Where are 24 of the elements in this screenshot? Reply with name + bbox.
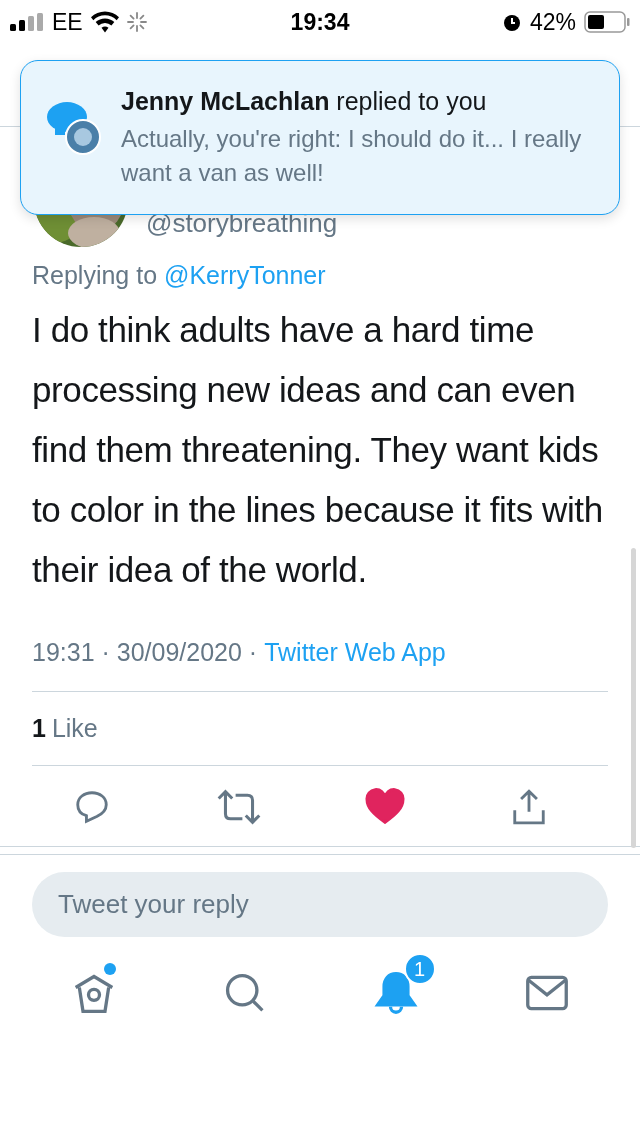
notification-title: Jenny McLachlan replied to you bbox=[121, 87, 488, 116]
wifi-icon bbox=[90, 11, 119, 33]
battery-percentage: 42% bbox=[529, 8, 576, 36]
tweet-text: I do think adults have a hard time processing new ideas and can even find them threatening. They want kids to color in the lines because it fits with their idea of the world. bbox=[32, 309, 604, 591]
battery-icon bbox=[584, 11, 630, 33]
loading-spinner-icon bbox=[126, 12, 147, 32]
notification-preview: Actually, you're right: I should do it... I really want a van as well! bbox=[121, 124, 583, 188]
mention-link[interactable]: @KerryTonner bbox=[164, 261, 326, 289]
mail-icon bbox=[524, 973, 569, 1013]
tweet-timestamp: 19:31 · 30/09/2020 · bbox=[32, 638, 258, 667]
status-time: 19:34 bbox=[290, 8, 350, 36]
like-label[interactable]: Like bbox=[51, 714, 98, 743]
notification-banner[interactable]: Jenny McLachlan replied to you Actually, you're right: I should do it... I really want a van as well! bbox=[20, 60, 620, 215]
carrier-name: EE bbox=[52, 8, 83, 36]
count-badge: 1 bbox=[403, 953, 436, 985]
source-link[interactable]: Twitter Web App bbox=[264, 638, 446, 667]
retweet-icon bbox=[216, 788, 261, 826]
heart-icon bbox=[365, 788, 406, 824]
signal-icon bbox=[10, 13, 44, 31]
notifications-tab[interactable]: 1 bbox=[353, 951, 438, 1035]
like-count[interactable]: 1 bbox=[32, 714, 46, 743]
reply-field[interactable]: Tweet your reply bbox=[32, 872, 608, 937]
alarm-icon bbox=[501, 12, 522, 32]
replying-to-text: Replying to @KerryTonner bbox=[32, 261, 327, 290]
